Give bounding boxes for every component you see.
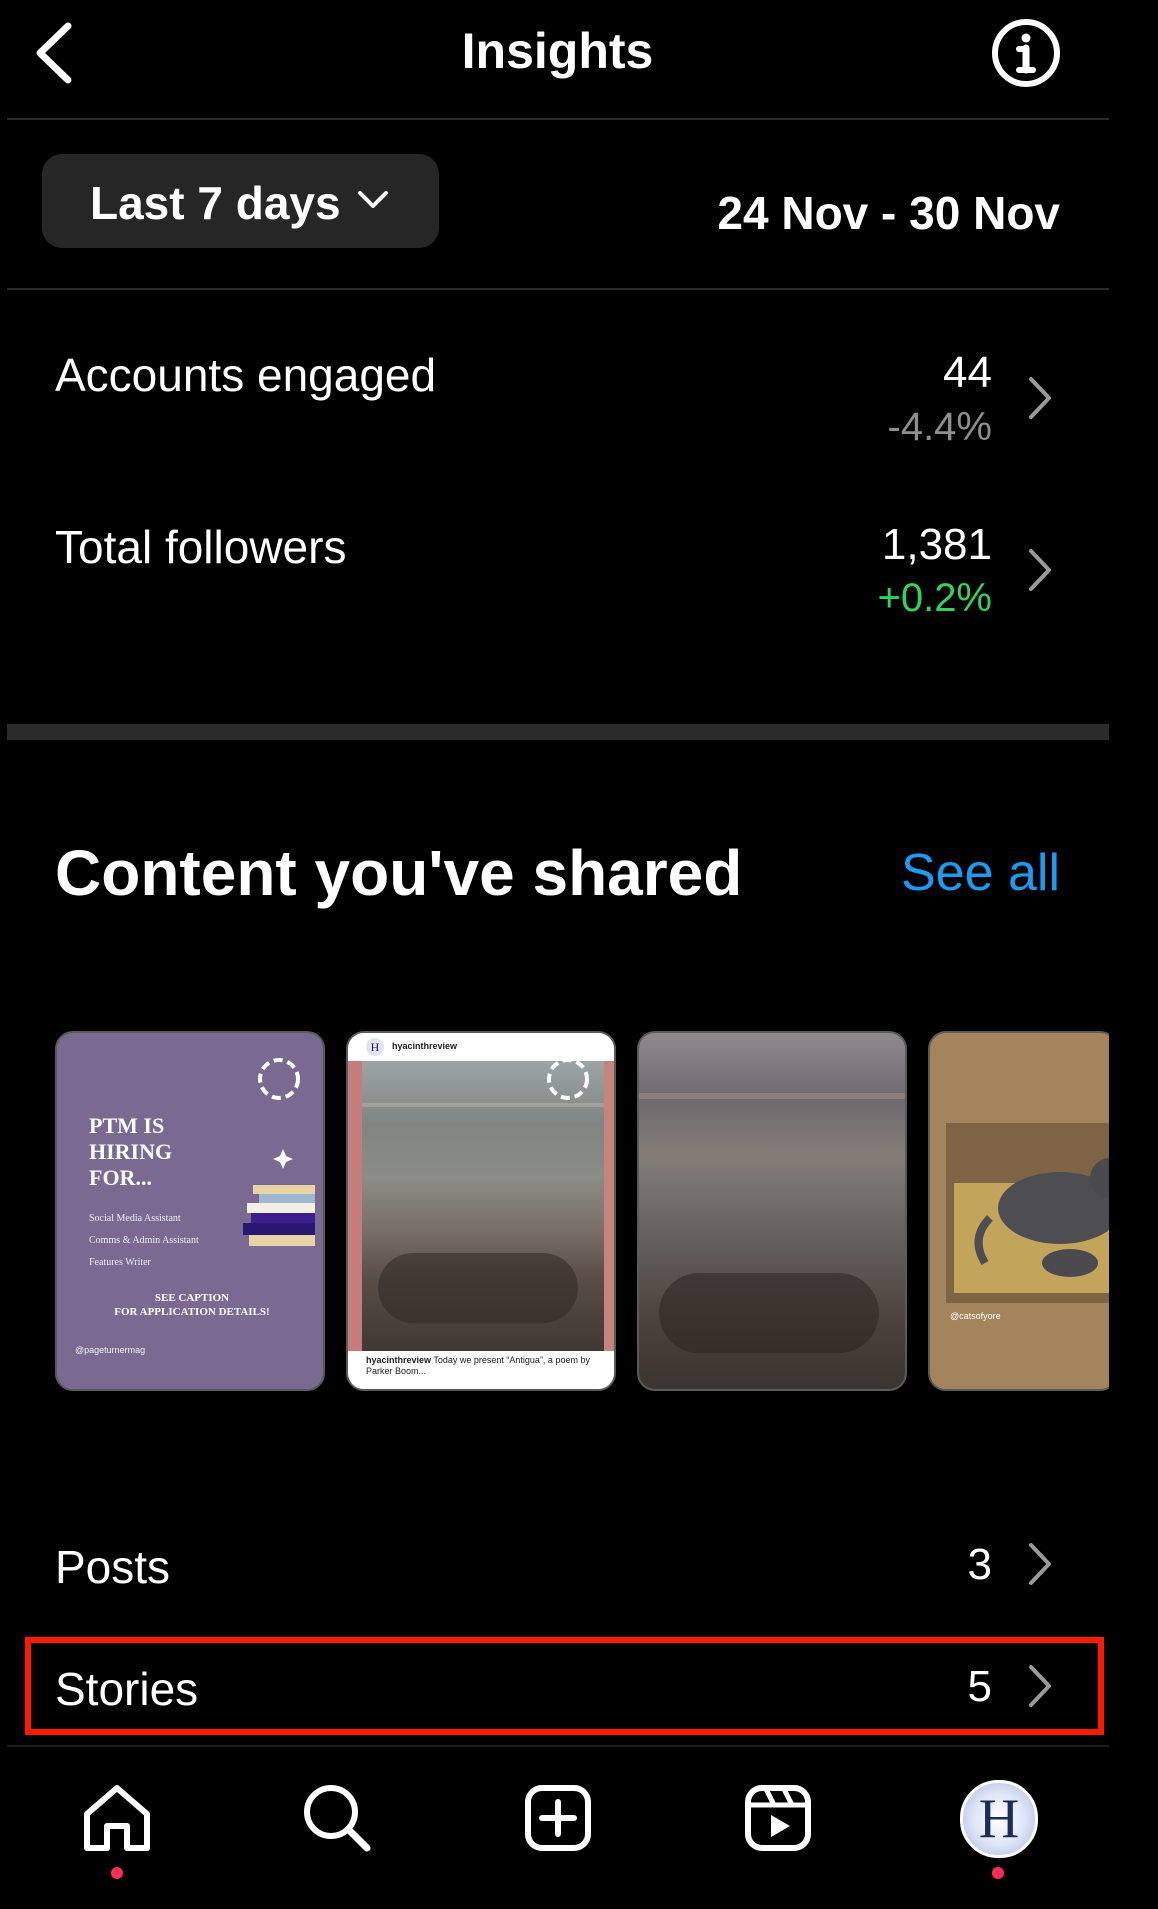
header-divider xyxy=(7,118,1109,120)
story-ring-icon xyxy=(547,1058,589,1100)
metric-label: Total followers xyxy=(55,521,347,573)
chevron-down-icon xyxy=(358,191,388,208)
metric-value: 1,381 xyxy=(881,520,992,569)
nav-search[interactable] xyxy=(297,1778,377,1858)
count-label: Stories xyxy=(55,1663,199,1715)
thumb-heading: FOR... xyxy=(89,1165,152,1190)
create-icon xyxy=(525,1785,591,1851)
books-icon xyxy=(243,1149,315,1246)
content-thumbnail[interactable]: @catsofyore xyxy=(928,1031,1118,1391)
nav-home[interactable] xyxy=(77,1778,157,1858)
content-thumbnail[interactable]: H hyacinthreview hyacinthreview Today we… xyxy=(346,1031,616,1391)
content-thumbnail[interactable]: PTM IS HIRING FOR... Social Media Assist… xyxy=(55,1031,325,1391)
thumb-role: Features Writer xyxy=(89,1257,151,1268)
info-button[interactable] xyxy=(990,17,1062,89)
section-title: Content you've shared xyxy=(55,837,743,909)
thumb-handle: @pageturnermag xyxy=(75,1345,146,1355)
chevron-right-icon xyxy=(1029,549,1051,591)
active-indicator-dot xyxy=(111,1867,123,1879)
thumb-role: Comms & Admin Assistant xyxy=(89,1235,199,1246)
nav-reels[interactable] xyxy=(738,1778,818,1858)
nav-create[interactable] xyxy=(518,1778,598,1858)
nav-divider xyxy=(7,1745,1109,1747)
home-icon xyxy=(84,1785,150,1851)
nav-profile[interactable]: H xyxy=(958,1778,1038,1858)
caption-user: hyacinthreview xyxy=(366,1355,432,1365)
thumb-role: Social Media Assistant xyxy=(89,1213,181,1224)
avatar: H xyxy=(366,1038,384,1056)
search-icon xyxy=(304,1785,371,1852)
profile-avatar: H xyxy=(960,1780,1038,1858)
thumb-caption: hyacinthreview Today we present “Antigua… xyxy=(366,1355,606,1377)
thumb-account: hyacinthreview xyxy=(392,1041,458,1051)
notification-dot xyxy=(992,1867,1004,1879)
content-thumbnail[interactable] xyxy=(637,1031,907,1391)
chevron-right-icon xyxy=(1029,1665,1051,1707)
section-separator xyxy=(7,724,1109,740)
count-value: 5 xyxy=(967,1662,992,1711)
thumb-cta: FOR APPLICATION DETAILS! xyxy=(114,1306,270,1318)
range-divider xyxy=(7,288,1109,290)
chevron-right-icon xyxy=(1029,377,1051,419)
count-label: Posts xyxy=(55,1541,171,1593)
info-icon xyxy=(992,19,1060,87)
thumb-heading: PTM IS xyxy=(89,1113,165,1138)
page-title: Insights xyxy=(461,23,654,79)
thumb-heading: HIRING xyxy=(89,1139,173,1164)
metric-delta: +0.2% xyxy=(877,576,992,620)
story-ring-icon xyxy=(258,1058,300,1100)
chevron-right-icon xyxy=(1029,1543,1051,1585)
cat-illustration xyxy=(974,1158,1116,1277)
thumb-handle: @catsofyore xyxy=(950,1311,1001,1321)
metric-delta: -4.4% xyxy=(887,405,993,449)
thumb-cta: SEE CAPTION xyxy=(154,1292,230,1304)
reels-icon xyxy=(745,1785,811,1851)
see-all-link[interactable]: See all xyxy=(901,843,1060,903)
metric-label: Accounts engaged xyxy=(55,349,437,401)
date-range-text: 24 Nov - 30 Nov xyxy=(717,187,1060,239)
edge-mask xyxy=(1109,1020,1158,1400)
metric-value: 44 xyxy=(943,348,992,397)
date-range-selected: Last 7 days xyxy=(90,177,341,229)
count-value: 3 xyxy=(967,1540,992,1589)
